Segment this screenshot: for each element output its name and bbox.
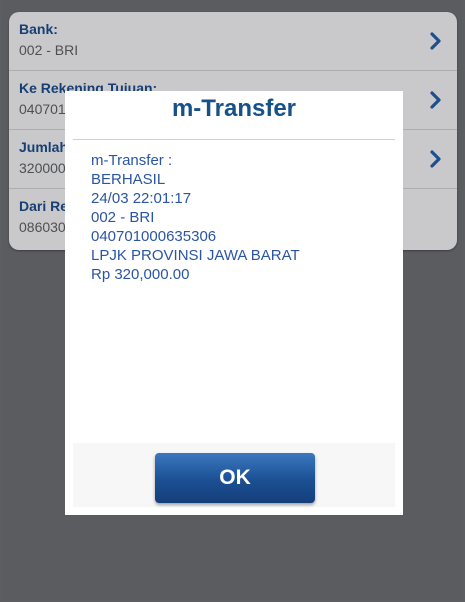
form-row-bank[interactable]: Bank: 002 - BRI [9,12,457,71]
message-line: LPJK PROVINSI JAWA BARAT [91,247,300,264]
dialog-title: m-Transfer [171,95,297,122]
transfer-message: m-Transfer : BERHASIL 24/03 22:01:17 002… [91,151,300,284]
message-line: 002 - BRI [91,209,155,226]
chevron-right-icon [430,91,441,109]
chevron-right-icon [430,150,441,168]
message-line: m-Transfer : [91,152,173,169]
chevron-right-icon [430,32,441,50]
bank-label: Bank: [19,21,58,37]
message-line: Rp 320,000.00 [91,266,190,283]
dialog-footer: OK [73,443,395,507]
dialog-content: m-Transfer m-Transfer : BERHASIL 24/03 2… [73,91,395,507]
transfer-screen: Bank: 002 - BRI Ke Rekening Tujuan: 0407… [2,0,462,600]
title-divider [73,139,395,140]
ok-button[interactable]: OK [155,453,315,503]
bank-value: 002 - BRI [19,42,79,58]
message-line: 24/03 22:01:17 [91,190,192,207]
message-line: 040701000635306 [91,228,217,245]
message-line: BERHASIL [91,171,166,188]
amount-value: 320000 [19,160,66,176]
transfer-result-dialog: m-Transfer m-Transfer : BERHASIL 24/03 2… [65,91,403,515]
